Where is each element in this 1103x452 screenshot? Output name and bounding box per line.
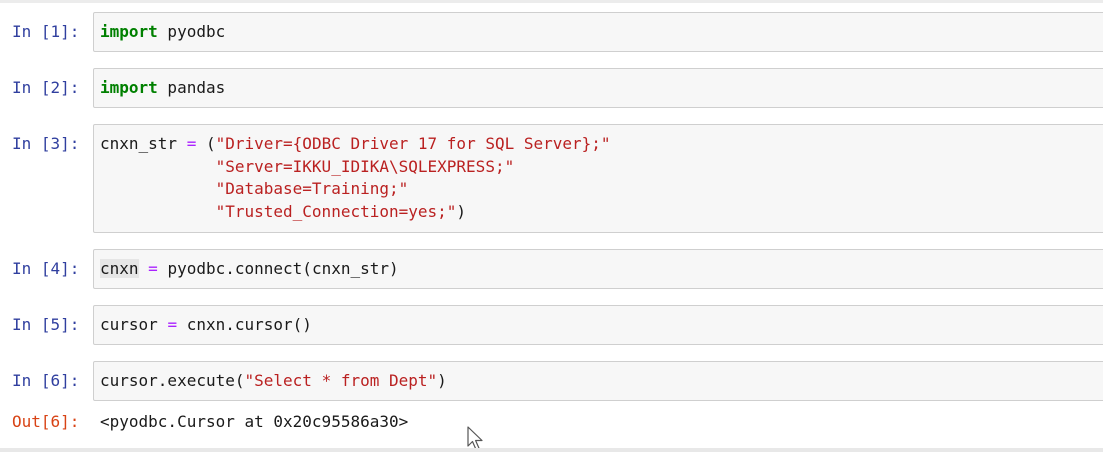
code-token: =	[186, 134, 197, 153]
code-token: pandas	[157, 78, 226, 97]
code-cell-1[interactable]: In [1]: import pyodbc	[0, 12, 1103, 52]
cell-prompt: In [2]:	[12, 78, 80, 97]
code-cell-6[interactable]: In [6]: cursor.execute("Select * from De…	[0, 361, 1103, 401]
code-cell-2[interactable]: In [2]: import pandas	[0, 68, 1103, 108]
code-token: =	[148, 259, 158, 278]
code-input-area[interactable]: cursor = cnxn.cursor()	[93, 305, 1103, 345]
code-input-area[interactable]: import pyodbc	[93, 12, 1103, 52]
top-divider	[0, 0, 1103, 3]
code-line: cnxn_str = ("Driver={ODBC Driver 17 for …	[100, 133, 1100, 156]
code-token: "Trusted_Connection=yes;"	[215, 201, 457, 221]
code-token: )	[437, 371, 447, 390]
code-editor[interactable]: cursor.execute("Select * from Dept")	[94, 362, 1103, 401]
code-input-area[interactable]: cnxn = pyodbc.connect(cnxn_str)	[93, 249, 1103, 289]
code-input-area[interactable]: import pandas	[93, 68, 1103, 108]
cell-prompt: In [4]:	[12, 259, 80, 278]
code-token: import	[100, 78, 158, 97]
code-line: import pyodbc	[100, 21, 1100, 44]
cell-prompt: In [1]:	[12, 22, 80, 41]
code-token: "Server=IKKU_IDIKA\SQLEXPRESS;"	[215, 156, 515, 176]
code-line: cursor = cnxn.cursor()	[100, 314, 1100, 337]
code-token: cursor	[100, 315, 168, 334]
code-editor[interactable]: cursor = cnxn.cursor()	[94, 306, 1103, 345]
code-token: "Driver={ODBC Driver 17 for SQL Server};…	[215, 134, 611, 153]
code-token: cursor.execute(	[100, 371, 245, 390]
code-token: cnxn_str	[100, 134, 187, 153]
code-token: pyodbc	[157, 22, 226, 41]
code-token: "Database=Training;"	[215, 179, 409, 198]
output-text: <pyodbc.Cursor at 0x20c95586a30>	[100, 412, 409, 431]
code-line: "Database=Training;"	[100, 178, 1100, 201]
code-token: "Select * from Dept"	[244, 371, 438, 390]
code-cell-3[interactable]: In [3]: cnxn_str = ("Driver={ODBC Driver…	[0, 124, 1103, 233]
code-line: import pandas	[100, 77, 1100, 100]
code-token: (	[196, 134, 216, 153]
code-cell-4[interactable]: In [4]: cnxn = pyodbc.connect(cnxn_str)	[0, 249, 1103, 289]
cell-prompt: In [5]:	[12, 315, 80, 334]
bottom-divider	[0, 448, 1103, 452]
code-line: "Server=IKKU_IDIKA\SQLEXPRESS;"	[100, 156, 1100, 179]
output-area: Out[6]: <pyodbc.Cursor at 0x20c95586a30>	[0, 402, 1103, 442]
cell-prompt: In [3]:	[12, 134, 80, 153]
code-line: cursor.execute("Select * from Dept")	[100, 370, 1100, 393]
code-cell-5[interactable]: In [5]: cursor = cnxn.cursor()	[0, 305, 1103, 345]
code-editor[interactable]: import pandas	[94, 69, 1103, 108]
code-line: "Trusted_Connection=yes;")	[100, 201, 1100, 224]
code-token: import	[100, 22, 158, 41]
code-token: pyodbc.connect(cnxn_str)	[157, 259, 399, 278]
code-input-area[interactable]: cursor.execute("Select * from Dept")	[93, 361, 1103, 401]
cell-prompt: In [6]:	[12, 371, 80, 390]
code-token: cnxn.cursor()	[177, 315, 312, 334]
code-editor[interactable]: cnxn_str = ("Driver={ODBC Driver 17 for …	[94, 125, 1103, 231]
code-input-area[interactable]: cnxn_str = ("Driver={ODBC Driver 17 for …	[93, 124, 1103, 233]
code-editor[interactable]: cnxn = pyodbc.connect(cnxn_str)	[94, 250, 1103, 289]
code-token: )	[456, 201, 467, 221]
code-token: =	[167, 315, 178, 334]
code-token: cnxn	[100, 259, 139, 278]
output-prompt: Out[6]:	[12, 412, 80, 431]
code-line: cnxn = pyodbc.connect(cnxn_str)	[100, 258, 1100, 281]
code-editor[interactable]: import pyodbc	[94, 13, 1103, 52]
